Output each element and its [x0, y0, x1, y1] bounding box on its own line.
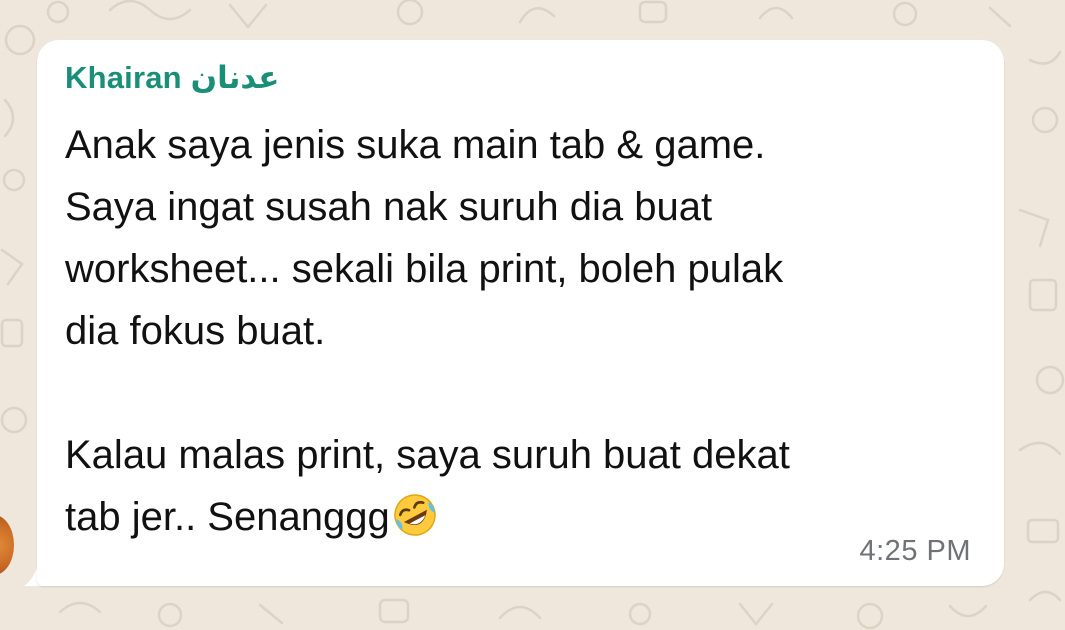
message-line: worksheet... sekali bila print, boleh pu…: [65, 247, 784, 291]
message-line: Kalau malas print, saya suruh buat dekat: [65, 433, 790, 477]
message-bubble[interactable]: Khairan عدنان Anak saya jenis suka main …: [37, 40, 1004, 586]
message-timestamp: 4:25 PM: [859, 535, 971, 567]
message-line-last: tab jer.. Senanggg: [65, 486, 985, 548]
message-text: Anak saya jenis suka main tab & game. Sa…: [65, 114, 985, 548]
message-line-text: tab jer.. Senanggg: [65, 495, 390, 539]
message-line: dia fokus buat.: [65, 309, 326, 353]
message-line: Anak saya jenis suka main tab & game.: [65, 123, 766, 167]
message-line-blank: [65, 362, 985, 424]
message-line: Saya ingat susah nak suruh dia buat: [65, 185, 713, 229]
rolling-on-floor-laughing-emoji: [392, 492, 438, 556]
sender-name[interactable]: Khairan عدنان: [65, 60, 279, 96]
